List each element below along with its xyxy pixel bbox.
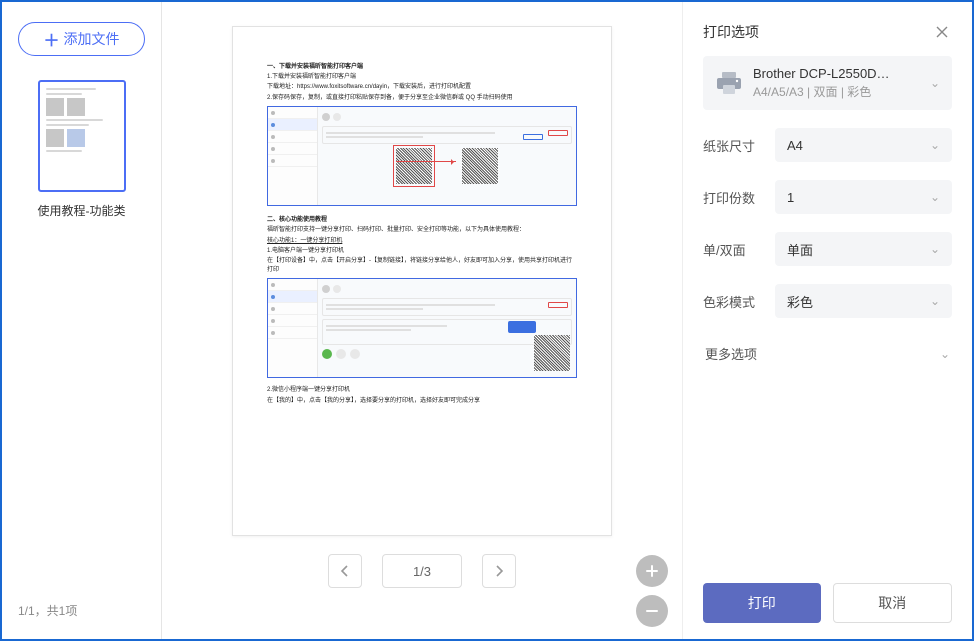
page-nav: 1/3 xyxy=(328,554,516,588)
color-mode-select[interactable]: 彩色 ⌄ xyxy=(775,284,952,318)
duplex-row: 单/双面 单面 ⌄ xyxy=(703,232,952,266)
more-options-label: 更多选项 xyxy=(705,344,757,363)
page-indicator[interactable]: 1/3 xyxy=(382,554,462,588)
close-icon xyxy=(935,25,949,39)
copies-select[interactable]: 1 ⌄ xyxy=(775,180,952,214)
panel-title: 打印选项 xyxy=(703,22,759,42)
add-file-label: 添加文件 xyxy=(64,29,120,49)
prev-page-button[interactable] xyxy=(328,554,362,588)
zoom-in-button[interactable] xyxy=(636,555,668,587)
doc-screenshot-1 xyxy=(267,106,577,206)
main-area: ＋ 添加文件 使用教程-功能类 1/1，共1项 一、下载并安装 xyxy=(2,2,972,639)
doc-text: 福昕智能打印支持一键分享打印、扫码打印、批量打印、安全打印等功能，以下为具体使用… xyxy=(267,226,577,234)
add-file-button[interactable]: ＋ 添加文件 xyxy=(18,22,145,56)
doc-screenshot-2 xyxy=(267,278,577,378)
next-page-button[interactable] xyxy=(482,554,516,588)
paper-size-row: 纸张尺寸 A4 ⌄ xyxy=(703,128,952,162)
cancel-button[interactable]: 取消 xyxy=(833,583,953,623)
plus-icon: ＋ xyxy=(43,27,59,51)
paper-size-label: 纸张尺寸 xyxy=(703,136,775,155)
chevron-down-icon: ⌄ xyxy=(930,76,940,90)
doc-text: 2.微信小程序端一键分享打印机 xyxy=(267,386,577,394)
printer-name: Brother DCP-L2550D… xyxy=(753,66,920,81)
doc-text: 核心功能1：一键分享打印机 xyxy=(267,237,577,245)
doc-text: 1.电脑客户端一键分享打印机 xyxy=(267,247,577,255)
chevron-down-icon: ⌄ xyxy=(930,242,940,256)
paper-size-select[interactable]: A4 ⌄ xyxy=(775,128,952,162)
zoom-controls xyxy=(636,555,668,627)
doc-heading: 二、核心功能使用教程 xyxy=(267,214,577,223)
color-mode-label: 色彩模式 xyxy=(703,292,775,311)
doc-text: 下载地址：https://www.foxitsoftware.cn/dayin，… xyxy=(267,83,577,91)
chevron-left-icon xyxy=(340,565,350,577)
sidebar-footer-count: 1/1，共1项 xyxy=(18,602,77,619)
preview-area: 一、下载并安装福昕智能打印客户端 1.下载并安装福昕智能打印客户端 下载地址：h… xyxy=(162,2,682,639)
copies-row: 打印份数 1 ⌄ xyxy=(703,180,952,214)
duplex-label: 单/双面 xyxy=(703,240,775,259)
chevron-down-icon: ⌄ xyxy=(930,294,940,308)
thumbnail-label: 使用教程-功能类 xyxy=(38,202,126,219)
copies-value: 1 xyxy=(787,190,794,205)
chevron-down-icon: ⌄ xyxy=(940,347,950,361)
chevron-down-icon: ⌄ xyxy=(930,138,940,152)
doc-text: 在【我的】中，点击【我的分享】，选择要分享的打印机，选择好友即可完成分享 xyxy=(267,397,577,405)
sidebar: ＋ 添加文件 使用教程-功能类 1/1，共1项 xyxy=(2,2,162,639)
duplex-value: 单面 xyxy=(787,240,813,259)
color-mode-row: 色彩模式 彩色 ⌄ xyxy=(703,284,952,318)
duplex-select[interactable]: 单面 ⌄ xyxy=(775,232,952,266)
page-preview: 一、下载并安装福昕智能打印客户端 1.下载并安装福昕智能打印客户端 下载地址：h… xyxy=(232,26,612,536)
chevron-right-icon xyxy=(494,565,504,577)
printer-sub: A4/A5/A3 | 双面 | 彩色 xyxy=(753,83,920,100)
minus-icon xyxy=(645,604,659,618)
printer-selector[interactable]: Brother DCP-L2550D… A4/A5/A3 | 双面 | 彩色 ⌄ xyxy=(703,56,952,110)
zoom-out-button[interactable] xyxy=(636,595,668,627)
doc-text: 2.保存码保存，复制，或直接打印粘贴保存到备，便于分享至企业微信群或 QQ 手动… xyxy=(267,94,577,102)
close-button[interactable] xyxy=(932,22,952,42)
printer-icon xyxy=(715,71,743,95)
paper-size-value: A4 xyxy=(787,138,803,153)
doc-text: 1.下载并安装福昕智能打印客户端 xyxy=(267,73,577,81)
thumbnail-item[interactable]: 使用教程-功能类 xyxy=(38,80,126,219)
doc-text: 在【打印设备】中，点击【开启分享】-【复制链接】，将链接分享给他人，好友即可加入… xyxy=(267,257,577,274)
print-button[interactable]: 打印 xyxy=(703,583,821,623)
copies-label: 打印份数 xyxy=(703,188,775,207)
plus-icon xyxy=(645,564,659,578)
thumbnail-preview xyxy=(38,80,126,192)
color-mode-value: 彩色 xyxy=(787,292,813,311)
print-options-panel: 打印选项 Brother DCP-L2550D… A4/A5/A3 | 双面 |… xyxy=(682,2,972,639)
doc-heading: 一、下载并安装福昕智能打印客户端 xyxy=(267,61,577,70)
more-options-toggle[interactable]: 更多选项 ⌄ xyxy=(703,338,952,369)
print-dialog-window: ＋ 添加文件 使用教程-功能类 1/1，共1项 一、下载并安装 xyxy=(0,0,974,641)
chevron-down-icon: ⌄ xyxy=(930,190,940,204)
